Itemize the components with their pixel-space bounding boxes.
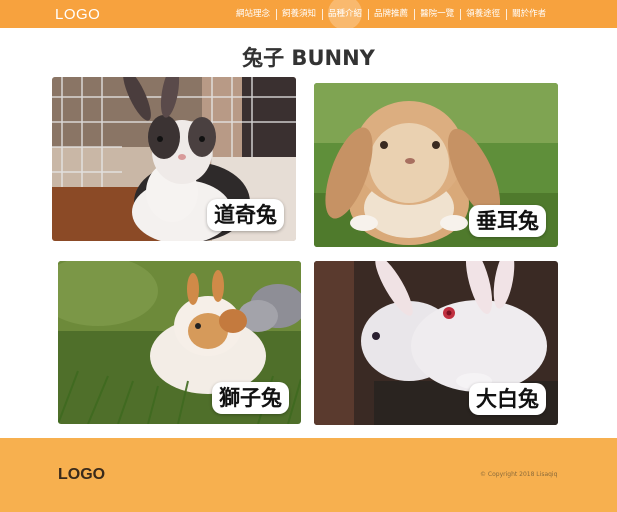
copyright-text: © Copyright 2018 Lisaqiq xyxy=(480,471,558,478)
top-header: LOGO 網站理念 飼養須知 品種介紹 品牌推薦 醫院一覽 領養途徑 關於作者 xyxy=(0,0,617,30)
breed-label: 垂耳兔 xyxy=(469,205,546,237)
nav-item-brands[interactable]: 品牌推薦 xyxy=(368,0,414,28)
page-title: 兔子 BUNNY xyxy=(242,46,375,70)
nav-item-about[interactable]: 關於作者 xyxy=(506,0,552,28)
breed-card-dutch[interactable]: 道奇兔 xyxy=(52,77,296,241)
breed-label: 獅子兔 xyxy=(212,382,289,414)
breed-card-lop[interactable]: 垂耳兔 xyxy=(314,83,558,247)
main-nav: 網站理念 飼養須知 品種介紹 品牌推薦 醫院一覽 領養途徑 關於作者 xyxy=(230,0,552,30)
header-logo[interactable]: LOGO xyxy=(55,6,100,23)
nav-item-adoption[interactable]: 領養途徑 xyxy=(460,0,506,28)
breed-label: 道奇兔 xyxy=(207,199,284,231)
page-footer: LOGO © Copyright 2018 Lisaqiq xyxy=(0,438,617,512)
breed-card-white[interactable]: 大白兔 xyxy=(314,261,558,425)
nav-item-breeds[interactable]: 品種介紹 xyxy=(322,0,368,30)
nav-item-concept[interactable]: 網站理念 xyxy=(230,0,276,28)
nav-item-care-guide[interactable]: 飼養須知 xyxy=(276,0,322,28)
footer-logo[interactable]: LOGO xyxy=(58,466,105,484)
breed-card-lionhead[interactable]: 獅子兔 xyxy=(58,261,301,424)
breed-label: 大白兔 xyxy=(469,383,546,415)
nav-item-hospitals[interactable]: 醫院一覽 xyxy=(414,0,460,28)
